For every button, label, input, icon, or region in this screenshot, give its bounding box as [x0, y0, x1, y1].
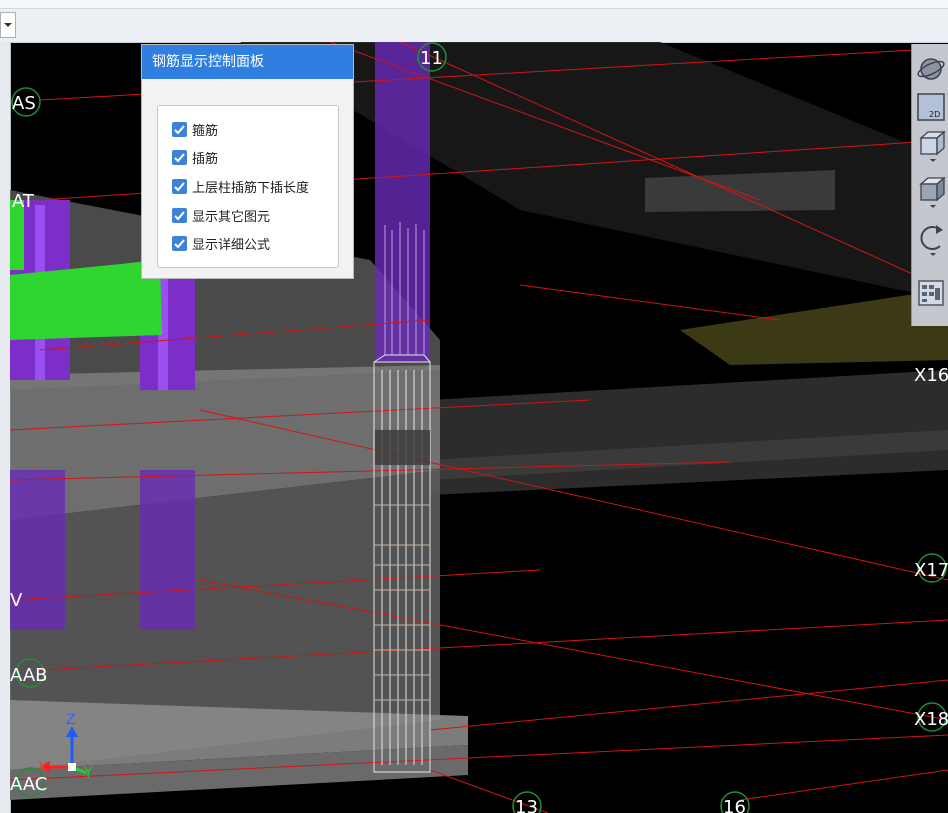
option-label: 插筋	[192, 151, 219, 167]
yellow-slab	[680, 290, 948, 365]
gizmo-y-label: Y	[83, 765, 93, 781]
top-strip	[0, 0, 948, 9]
chevron-down-icon	[4, 23, 12, 27]
axis-label-11: 11	[420, 48, 443, 69]
checkbox-dowel[interactable]	[172, 149, 187, 165]
rebar-display-control-panel: 钢筋显示控制面板 箍筋 插筋 上层柱插筋下插长度 显示其它图元 显示详细公式	[141, 44, 354, 279]
option-label: 上层柱插筋下插长度	[192, 180, 310, 196]
column-joint	[375, 430, 430, 465]
top-toolbar	[0, 0, 948, 43]
column-left-4	[140, 470, 195, 630]
checkbox-upper-column-dowel-length[interactable]	[172, 178, 187, 194]
gizmo-z-label: Z	[66, 712, 76, 728]
2d-label: 2D	[929, 110, 940, 119]
option-label: 显示详细公式	[192, 237, 271, 253]
option-label: 显示其它图元	[192, 209, 271, 225]
chevron-down-icon	[930, 253, 936, 256]
axis-label-aab: AAB	[10, 665, 47, 686]
option-stirrup[interactable]: 箍筋	[172, 119, 218, 139]
rotate-icon[interactable]	[916, 222, 946, 258]
axis-label-13: 13	[515, 797, 538, 813]
checkbox-stirrup[interactable]	[172, 121, 187, 137]
2d-view-icon[interactable]: 2D	[916, 92, 946, 122]
checkbox-show-detailed-formula[interactable]	[172, 235, 187, 251]
option-show-detailed-formula[interactable]: 显示详细公式	[172, 233, 270, 253]
orbit-icon[interactable]	[916, 54, 946, 84]
chevron-down-icon	[930, 205, 936, 208]
mid-slab-right	[430, 370, 948, 495]
axis-label-16: 16	[723, 797, 746, 813]
floor-dropdown[interactable]	[0, 12, 16, 38]
gizmo-origin	[68, 763, 76, 771]
checkbox-show-other-elements[interactable]	[172, 207, 187, 223]
view-toolbar: 2D	[911, 44, 948, 326]
option-dowel[interactable]: 插筋	[172, 147, 218, 167]
axis-label-x17: X17	[914, 560, 948, 581]
option-upper-column-dowel-length[interactable]: 上层柱插筋下插长度	[172, 176, 309, 196]
column-upper	[375, 42, 430, 362]
axis-label-as: AS	[12, 93, 36, 114]
chevron-down-icon	[930, 159, 936, 162]
axis-label-v: V	[10, 590, 23, 611]
checklist-icon[interactable]	[916, 278, 946, 308]
axis-label-aac: AAC	[10, 774, 47, 795]
axis-label-x18: X18	[914, 709, 948, 730]
option-show-other-elements[interactable]: 显示其它图元	[172, 205, 270, 225]
axis-label-at: AT	[12, 191, 35, 212]
panel-title[interactable]: 钢筋显示控制面板	[142, 45, 353, 79]
axis-label-x16: X16	[914, 365, 948, 386]
view-cube-icon[interactable]	[916, 128, 946, 164]
options-group: 箍筋 插筋 上层柱插筋下插长度 显示其它图元 显示详细公式	[157, 105, 339, 268]
option-label: 箍筋	[192, 123, 219, 139]
gizmo-x-label: X	[38, 760, 48, 776]
shaded-box-icon[interactable]	[916, 174, 946, 210]
